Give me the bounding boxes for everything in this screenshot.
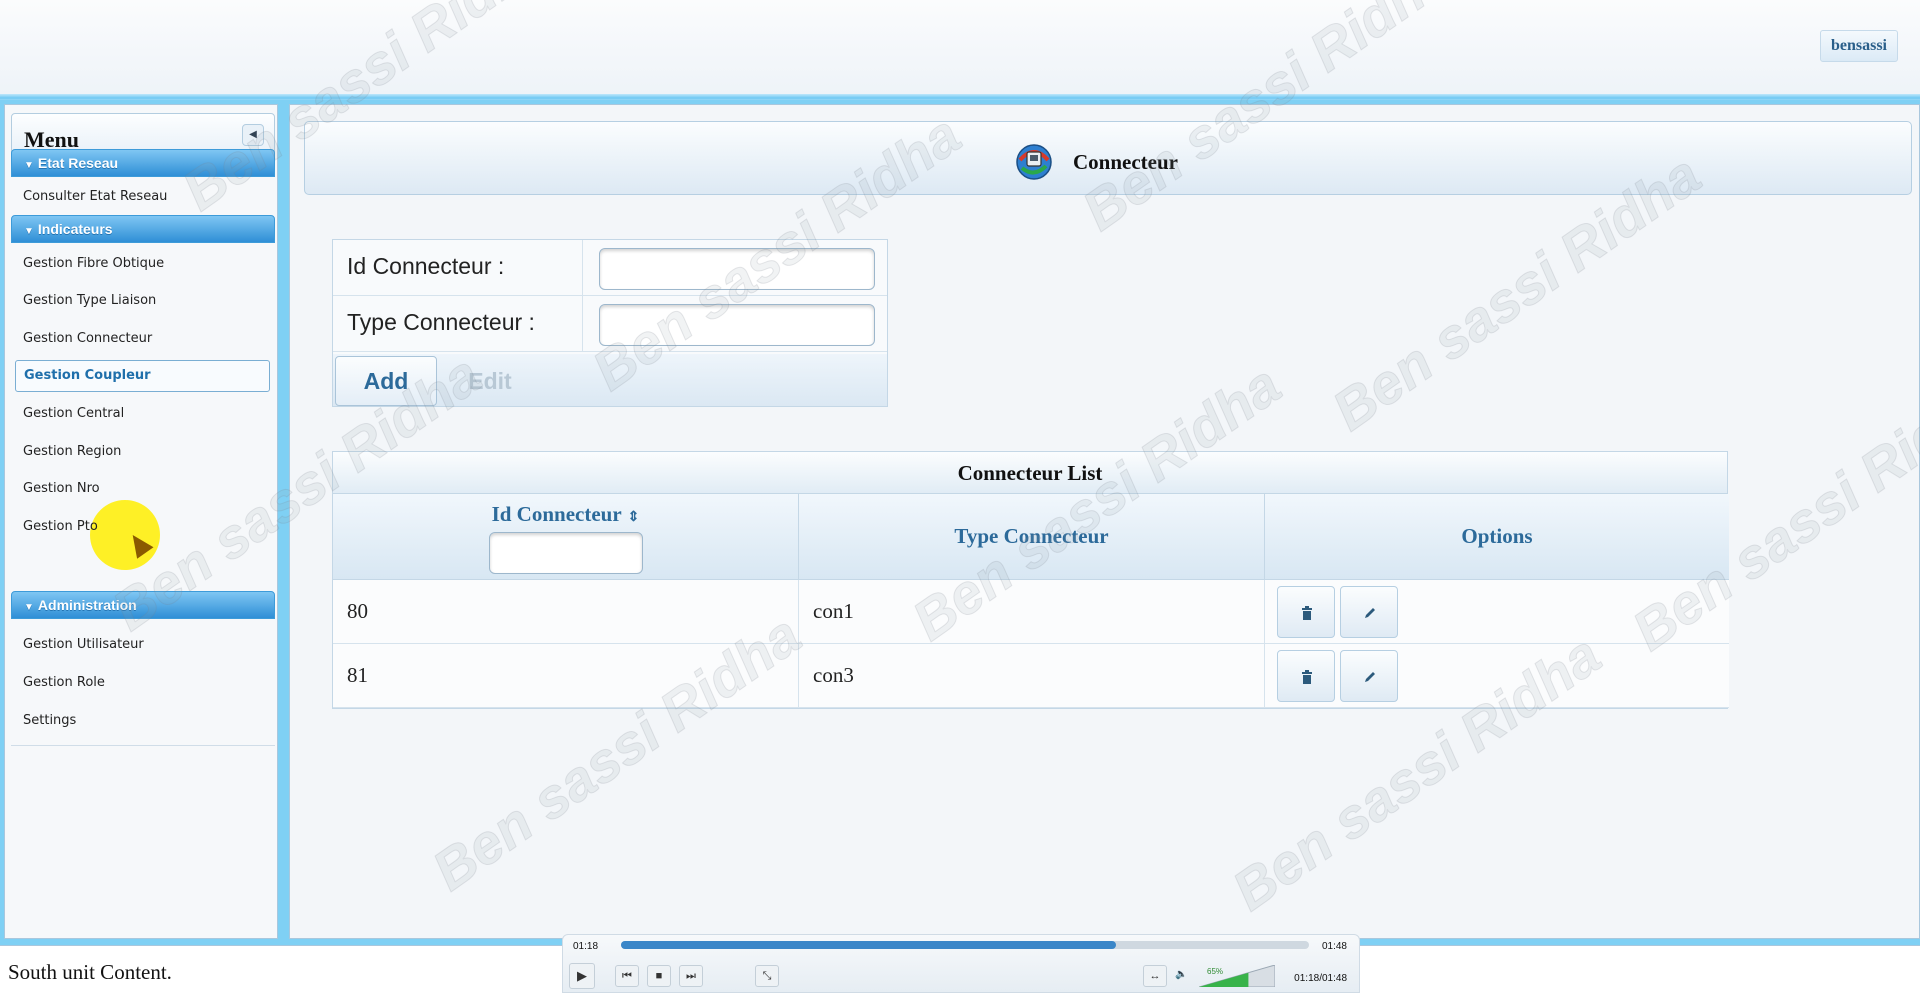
previous-icon[interactable]: ⏮: [615, 965, 639, 987]
total-time: 01:48: [1321, 941, 1347, 952]
add-button[interactable]: Add: [335, 356, 437, 406]
menu-section-label: Etat Reseau: [37, 155, 119, 171]
table-cell-type: con3: [799, 644, 1265, 708]
menu-item-gestion-region[interactable]: Gestion Region: [11, 436, 275, 468]
menu-item-gestion-type-liaison[interactable]: Gestion Type Liaison: [11, 285, 275, 317]
caret-down-icon: ▼: [24, 160, 34, 171]
caret-down-icon: ▼: [24, 602, 34, 613]
volume-percent: 65%: [1207, 967, 1224, 976]
edit-row-button[interactable]: [1340, 650, 1398, 702]
play-icon[interactable]: ▶: [569, 963, 595, 989]
id-connecteur-label: Id Connecteur :: [333, 240, 583, 296]
column-header-type[interactable]: Type Connecteur: [799, 494, 1265, 580]
table-cell-id: 80: [333, 580, 799, 644]
caret-down-icon: ▼: [24, 226, 34, 237]
edit-button[interactable]: Edit: [439, 356, 541, 406]
menu-section-administration[interactable]: ▼ Administration: [11, 591, 275, 619]
south-text: South unit Content.: [8, 960, 172, 984]
pencil-icon: [1365, 672, 1375, 682]
collapse-left-icon[interactable]: ◀: [242, 124, 264, 146]
column-header-label: Id Connecteur ⇕: [491, 502, 640, 526]
stop-icon[interactable]: ■: [647, 965, 671, 987]
connecteur-table: Connecteur List Id Connecteur ⇕ Type Conn…: [332, 451, 1729, 709]
column-header-label: Type Connecteur: [954, 524, 1109, 548]
menu-panel: Menu ◀ ▼ Etat Reseau Consulter Etat Resea…: [4, 104, 278, 939]
pencil-icon: [1365, 608, 1375, 618]
fullscreen-exit-icon[interactable]: ⤡: [755, 965, 779, 987]
content-panel: Connecteur Id Connecteur : Type Connecte…: [289, 104, 1920, 939]
delete-button[interactable]: [1277, 586, 1335, 638]
trash-icon: [1302, 606, 1312, 620]
id-filter-input[interactable]: [489, 532, 643, 574]
combined-time: 01:18/01:48: [1294, 973, 1347, 984]
menu-section-label: Indicateurs: [37, 221, 113, 237]
menu-section-indicateurs[interactable]: ▼ Indicateurs: [11, 215, 275, 243]
column-header-options: Options: [1265, 494, 1729, 580]
west-region: Menu ◀ ▼ Etat Reseau Consulter Etat Resea…: [0, 100, 286, 945]
table-caption: Connecteur List: [333, 452, 1727, 494]
type-connecteur-input[interactable]: [599, 304, 875, 346]
delete-button[interactable]: [1277, 650, 1335, 702]
form-row-id: Id Connecteur :: [333, 240, 887, 296]
video-player-bar: 01:18 01:48 ▶ ⏮ ■ ⏭ ⤡ ↔ 🔈 65% 01:18/01:4…: [562, 934, 1360, 993]
connector-globe-icon: [1016, 144, 1052, 180]
table-cell-id: 81: [333, 644, 799, 708]
current-time: 01:18: [573, 941, 599, 952]
type-connecteur-label: Type Connecteur :: [333, 296, 583, 352]
sort-icon[interactable]: ⇕: [628, 510, 640, 525]
user-badge[interactable]: bensassi: [1819, 30, 1898, 62]
stretch-icon[interactable]: ↔: [1143, 965, 1167, 987]
form-row-type: Type Connecteur :: [333, 296, 887, 352]
seek-bar-fill: [621, 941, 1117, 949]
app-header: bensassi: [0, 0, 1920, 96]
next-icon[interactable]: ⏭: [679, 965, 703, 987]
form-button-row: Add Edit: [333, 354, 887, 406]
column-header-id[interactable]: Id Connecteur ⇕: [333, 494, 799, 580]
menu-item-gestion-role[interactable]: Gestion Role: [11, 667, 275, 699]
seek-bar[interactable]: [621, 941, 1309, 949]
menu-item-gestion-nro[interactable]: Gestion Nro: [11, 473, 275, 505]
table-cell-options: [1265, 644, 1729, 708]
menu-item-gestion-central[interactable]: Gestion Central: [11, 398, 275, 430]
connecteur-form: Id Connecteur : Type Connecteur : Add Ed…: [332, 239, 888, 407]
menu-divider: [11, 745, 275, 746]
trash-icon: [1302, 670, 1312, 684]
edit-row-button[interactable]: [1340, 586, 1398, 638]
menu-item-consulter-etat-reseau[interactable]: Consulter Etat Reseau: [11, 181, 275, 213]
center-region: Connecteur Id Connecteur : Type Connecte…: [283, 100, 1920, 945]
page-title-bar: Connecteur: [304, 121, 1912, 195]
menu-item-gestion-coupleur[interactable]: Gestion Coupleur: [15, 360, 270, 392]
speaker-icon[interactable]: 🔈: [1175, 969, 1187, 980]
menu-item-gestion-utilisateur[interactable]: Gestion Utilisateur: [11, 629, 275, 661]
menu-section-etat-reseau[interactable]: ▼ Etat Reseau: [11, 149, 275, 177]
table-cell-options: [1265, 580, 1729, 644]
page-title: Connecteur: [1073, 150, 1178, 174]
menu-item-gestion-connecteur[interactable]: Gestion Connecteur: [11, 323, 275, 355]
menu-item-settings[interactable]: Settings: [11, 705, 275, 737]
menu-section-label: Administration: [37, 597, 137, 613]
column-header-label: Options: [1461, 524, 1533, 548]
menu-item-gestion-fibre-obtique[interactable]: Gestion Fibre Obtique: [11, 248, 275, 280]
table-cell-type: con1: [799, 580, 1265, 644]
id-connecteur-input[interactable]: [599, 248, 875, 290]
